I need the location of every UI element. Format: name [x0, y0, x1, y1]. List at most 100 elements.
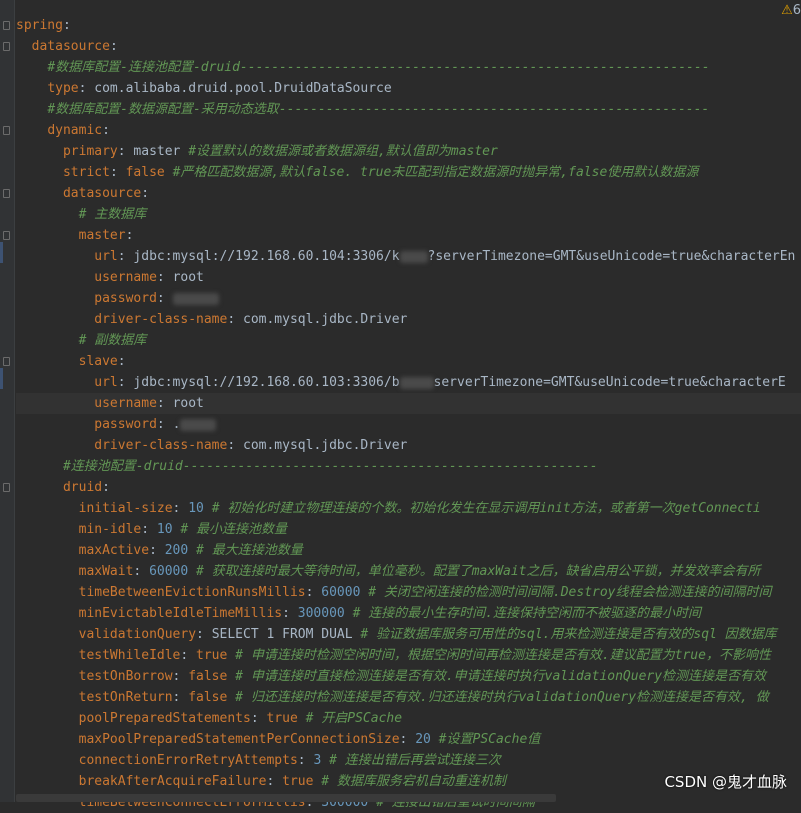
horizontal-scrollbar[interactable] [16, 794, 556, 802]
code-line[interactable]: type: com.alibaba.druid.pool.DruidDataSo… [16, 78, 801, 99]
code-line[interactable]: testOnReturn: false # 归还连接时检测连接是否有效.归还连接… [16, 687, 801, 708]
fold-marker-icon[interactable] [3, 483, 10, 492]
code-token: : [117, 354, 126, 369]
code-line[interactable]: password: [16, 288, 801, 309]
code-line[interactable]: testWhileIdle: true # 申请连接时检测空闲时间，根据空闲时间… [16, 645, 801, 666]
code-token: # 副数据库 [78, 333, 147, 348]
code-token: root [172, 396, 204, 411]
code-token: min-idle [78, 522, 142, 537]
code-line[interactable]: connectionErrorRetryAttempts: 3 # 连接出错后再… [16, 750, 801, 771]
code-token: : [109, 39, 118, 54]
code-line[interactable]: datasource: [16, 183, 801, 204]
code-token: # 数据库服务宕机自动重连机制 [321, 774, 506, 789]
code-token: strict [62, 165, 110, 180]
code-token: # 连接出错后再尝试连接三次 [329, 753, 501, 768]
code-token: : [133, 564, 150, 579]
code-line[interactable]: maxWait: 60000 # 获取连接时最大等待时间，单位毫秒。配置了max… [16, 561, 801, 582]
code-token: true [266, 711, 306, 726]
code-token: # 最小连接池数量 [180, 522, 288, 537]
code-line[interactable]: strict: false #严格匹配数据源,默认false. true未匹配到… [16, 162, 801, 183]
code-line[interactable]: # 副数据库 [16, 330, 801, 351]
code-token: : [250, 711, 267, 726]
code-line[interactable]: testOnBorrow: false # 申请连接时直接检测连接是否有效.申请… [16, 666, 801, 687]
code-token: 60000 [321, 585, 369, 600]
fold-marker-icon[interactable] [3, 189, 10, 198]
redacted-text [172, 292, 219, 305]
code-token: : [227, 438, 243, 453]
code-token: # 初始化时建立物理连接的个数。初始化发生在显示调用init方法，或者第一次ge… [211, 501, 761, 516]
code-editor[interactable]: spring: datasource: #数据库配置-连接池配置-druid--… [16, 15, 801, 813]
code-token: 60000 [149, 564, 197, 579]
code-token: : [399, 732, 416, 747]
code-line[interactable]: dynamic: [16, 120, 801, 141]
code-line[interactable]: url: jdbc:mysql://192.168.60.104:3306/k?… [16, 246, 801, 267]
code-line[interactable]: initial-size: 10 # 初始化时建立物理连接的个数。初始化发生在显… [16, 498, 801, 519]
code-line[interactable]: maxActive: 200 # 最大连接池数量 [16, 540, 801, 561]
code-token: : [305, 585, 322, 600]
redacted-text [180, 418, 217, 431]
code-token: #设置默认的数据源或者数据源组,默认值即为master [188, 144, 498, 159]
code-token: #严格匹配数据源,默认false. true未匹配到指定数据源时抛异常,fals… [172, 165, 699, 180]
code-line[interactable]: #数据库配置-连接池配置-druid----------------------… [16, 57, 801, 78]
code-line[interactable]: username: root [16, 393, 801, 414]
code-line[interactable]: druid: [16, 477, 801, 498]
code-token: url [94, 375, 118, 390]
code-line[interactable]: #数据库配置-数据源配置-采用动态选取---------------------… [16, 99, 801, 120]
fold-marker-icon[interactable] [3, 126, 10, 135]
code-line[interactable]: poolPreparedStatements: true # 开启PSCache [16, 708, 801, 729]
code-line[interactable]: spring: [16, 15, 801, 36]
fold-marker-icon[interactable] [3, 42, 10, 51]
code-token: initial-size [78, 501, 173, 516]
code-token: : [156, 396, 173, 411]
code-line[interactable]: # 主数据库 [16, 204, 801, 225]
code-line[interactable]: maxPoolPreparedStatementPerConnectionSiz… [16, 729, 801, 750]
code-token: : [109, 165, 126, 180]
code-token: minEvictableIdleTimeMillis [78, 606, 283, 621]
code-line[interactable]: #连接池配置-druid----------------------------… [16, 456, 801, 477]
code-line[interactable]: datasource: [16, 36, 801, 57]
code-token: serverTimezone=GMT&useUnicode=true&chara… [433, 375, 786, 390]
code-line[interactable]: timeBetweenEvictionRunsMillis: 60000 # 关… [16, 582, 801, 603]
code-token: 300000 [297, 606, 353, 621]
code-line[interactable]: slave: [16, 351, 801, 372]
code-token: # 连接的最小生存时间.连接保持空闲而不被驱逐的最小时间 [352, 606, 702, 621]
code-line[interactable]: driver-class-name: com.mysql.jdbc.Driver [16, 309, 801, 330]
code-line[interactable]: min-idle: 10 # 最小连接池数量 [16, 519, 801, 540]
code-token: maxActive [78, 543, 150, 558]
code-token: : [156, 291, 173, 306]
fold-marker-icon[interactable] [3, 21, 10, 30]
code-line[interactable]: primary: master #设置默认的数据源或者数据源组,默认值即为mas… [16, 141, 801, 162]
code-line[interactable]: username: root [16, 267, 801, 288]
code-line[interactable]: url: jdbc:mysql://192.168.60.103:3306/b s… [16, 372, 801, 393]
code-token: : [78, 81, 95, 96]
code-line[interactable]: driver-class-name: com.mysql.jdbc.Driver [16, 435, 801, 456]
code-token: type [47, 81, 79, 96]
code-token: : [141, 522, 157, 537]
code-token: : [156, 270, 173, 285]
code-token: timeBetweenEvictionRunsMillis [78, 585, 306, 600]
code-token: druid [62, 480, 103, 495]
code-line[interactable]: password: . [16, 414, 801, 435]
code-line[interactable]: minEvictableIdleTimeMillis: 300000 # 连接的… [16, 603, 801, 624]
code-token: ?serverTimezone=GMT&useUnicode=true&char… [427, 249, 796, 264]
code-line[interactable]: master: [16, 225, 801, 246]
fold-marker-icon[interactable] [3, 231, 10, 240]
fold-marker-icon[interactable] [3, 357, 10, 366]
code-line[interactable]: validationQuery: SELECT 1 FROM DUAL # 验证… [16, 624, 801, 645]
code-token: com.mysql.jdbc.Driver [243, 312, 408, 327]
redacted-text [399, 250, 428, 263]
